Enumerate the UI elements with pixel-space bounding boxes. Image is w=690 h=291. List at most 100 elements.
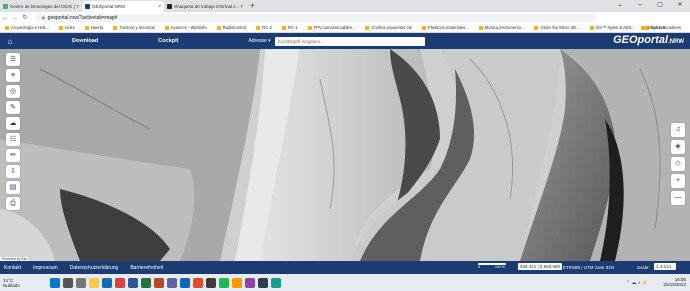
bookmark[interactable]: Radiocontrol	[212, 25, 252, 30]
window-controls: ⌄ – ▢ ✕	[610, 0, 690, 11]
bookmark[interactable]: iOn™ Nylon & ABS...	[585, 25, 640, 30]
geoportal-header: ⌂ Download Cockpit Adresse ▾ GEOportal.N…	[0, 33, 690, 49]
coordinate-readout: 436.421 | 5.663.580	[518, 263, 562, 270]
footer-bar: Kontakt Impressum Datenschutzerklärung B…	[0, 261, 690, 274]
start-icon[interactable]	[49, 277, 60, 288]
scale-input[interactable]: 1:4.514	[654, 263, 676, 270]
tray-icons[interactable]: ⌃ ☁ ♪ ⚡	[626, 280, 648, 286]
address-bar: ← → ↻ 🔒︎ geoportal.nrw/?activetab=map#	[0, 12, 690, 23]
app-icon[interactable]	[270, 277, 281, 288]
scale-label: Scale:	[637, 265, 650, 270]
maximize-icon[interactable]: ▢	[650, 0, 670, 11]
clock-date: 20/10/2022	[663, 282, 686, 287]
link-impressum[interactable]: Impressum	[33, 265, 58, 271]
nav-download[interactable]: Download	[72, 38, 98, 44]
zoom-in-icon[interactable]: +	[671, 174, 685, 188]
basemap-icon[interactable]: ◈	[671, 140, 685, 154]
new-tab-button[interactable]: +	[246, 1, 259, 12]
word-icon[interactable]	[127, 277, 138, 288]
bookmark[interactable]: FPV,camaras,cables...	[303, 25, 361, 30]
url-text: geoportal.nrw/?activetab=map#	[47, 14, 118, 21]
left-toolbar: ☰ ≡ ◎ ✎ ☁ ☷ ✏ ⇩ ▤ ⎙	[6, 53, 20, 210]
weather-widget[interactable]: 14°C Nublado	[3, 278, 20, 288]
scale-start: 0	[478, 265, 480, 269]
layers-icon[interactable]: ☰	[6, 53, 20, 66]
app-icon[interactable]	[257, 277, 268, 288]
weather-condition: Nublado	[3, 282, 20, 288]
link-barrierefreiheit[interactable]: Barrierefreiheit	[130, 265, 163, 271]
zoom-out-icon[interactable]: —	[671, 191, 685, 205]
powerpoint-icon[interactable]	[153, 277, 164, 288]
address-select[interactable]: Adresse ▾	[248, 38, 270, 44]
close-icon[interactable]: ×	[158, 4, 161, 10]
browser-tab-active[interactable]: GEOportal.NRW ×	[82, 1, 164, 12]
url-field[interactable]: 🔒︎ geoportal.nrw/?activetab=map#	[36, 13, 596, 22]
bookmark[interactable]: Avances - Wahlinfo	[160, 25, 212, 30]
bookmark[interactable]: Order the Micro 3D...	[529, 25, 584, 30]
tab-title: Chaqueta de trabajo informal c...	[174, 4, 240, 9]
audio-icon[interactable]: ♫	[671, 123, 685, 137]
crs-label[interactable]: ETRS89 / UTM zone 32N	[563, 265, 614, 270]
bookmark[interactable]: Coches,repuestos elé	[360, 25, 417, 30]
bookmark[interactable]: Huerta	[80, 25, 109, 30]
explorer-icon[interactable]	[88, 277, 99, 288]
cloud-icon[interactable]: ☁	[6, 117, 20, 130]
app-icon[interactable]	[205, 277, 216, 288]
bookmark[interactable]: Turismo y recursos	[108, 25, 159, 30]
table-icon[interactable]: ☷	[6, 133, 20, 146]
edge-icon[interactable]	[101, 277, 112, 288]
print-icon[interactable]: ⎙	[6, 197, 20, 210]
bookmark[interactable]: Arqueología e Hist...	[0, 25, 54, 30]
clock[interactable]: 16:56 20/10/2022	[663, 277, 686, 287]
favicon-icon	[3, 4, 8, 9]
app-icon[interactable]	[231, 277, 242, 288]
draw-icon[interactable]: ✏	[6, 149, 20, 162]
link-datenschutz[interactable]: Datenschutzerklärung	[70, 265, 119, 271]
search-icon[interactable]	[62, 277, 73, 288]
forward-icon[interactable]: →	[10, 15, 20, 21]
list-icon[interactable]: ▤	[6, 181, 20, 194]
close-window-icon[interactable]: ✕	[670, 0, 690, 11]
lock-icon: 🔒︎	[42, 14, 45, 21]
search-input[interactable]	[274, 36, 425, 46]
favicon-icon	[167, 4, 172, 9]
minimize-icon[interactable]: –	[630, 0, 650, 11]
bookmark[interactable]: RC-1	[277, 25, 303, 30]
compass-icon[interactable]: ◇	[671, 157, 685, 171]
scale-end: 100 m	[494, 265, 505, 269]
bookmark[interactable]: Plasticos,materiales...	[417, 25, 474, 30]
bookmark[interactable]: Links	[54, 25, 80, 30]
bookmark[interactable]: RC-2	[251, 25, 277, 30]
bookmark[interactable]: Musica,instrumento...	[474, 25, 530, 30]
browser-tab[interactable]: Chaqueta de trabajo informal c... ×	[164, 1, 246, 12]
close-icon[interactable]: ×	[76, 4, 79, 10]
app-icon[interactable]	[244, 277, 255, 288]
locate-icon[interactable]: ◎	[6, 85, 20, 98]
app-icon[interactable]	[179, 277, 190, 288]
home-icon[interactable]: ⌂	[0, 37, 20, 46]
app-icon[interactable]	[192, 277, 203, 288]
download-icon[interactable]: ⇩	[6, 165, 20, 178]
teams-icon[interactable]	[166, 277, 177, 288]
chrome-icon[interactable]	[114, 277, 125, 288]
map-view[interactable]: ☰ ≡ ◎ ✎ ☁ ☷ ✏ ⇩ ▤ ⎙ ♫ ◈ ◇ + — Powered by…	[0, 49, 690, 261]
reload-icon[interactable]: ↻	[20, 14, 30, 21]
favicon-icon	[85, 4, 90, 9]
taskbar-apps	[49, 277, 281, 288]
tab-title: Centro de Descargas del CNIG (	[10, 4, 76, 9]
scale-bar: 0 100 m	[478, 263, 506, 269]
close-icon[interactable]: ×	[240, 4, 243, 10]
other-bookmarks[interactable]: Otros marcadores	[636, 25, 686, 30]
nav-cockpit[interactable]: Cockpit	[158, 38, 178, 44]
link-kontakt[interactable]: Kontakt	[4, 265, 21, 271]
legend-icon[interactable]: ≡	[6, 69, 20, 82]
hillshade-terrain	[0, 49, 690, 261]
browser-tab[interactable]: Centro de Descargas del CNIG (×	[0, 1, 82, 12]
taskview-icon[interactable]	[75, 277, 86, 288]
right-toolbar: ♫ ◈ ◇ + —	[671, 123, 685, 205]
tools-icon[interactable]: ✎	[6, 101, 20, 114]
app-icon[interactable]	[218, 277, 229, 288]
excel-icon[interactable]	[140, 277, 151, 288]
back-icon[interactable]: ←	[0, 15, 10, 21]
chevron-down-icon[interactable]: ⌄	[610, 0, 630, 11]
